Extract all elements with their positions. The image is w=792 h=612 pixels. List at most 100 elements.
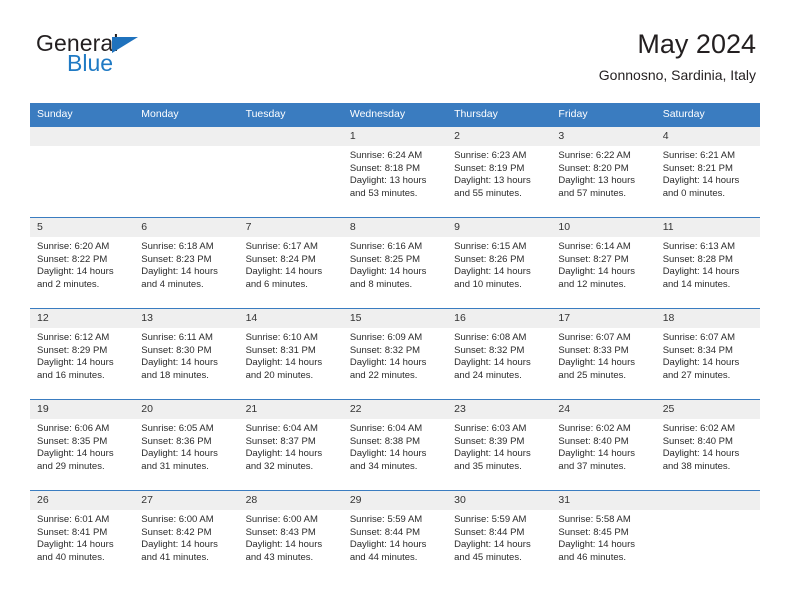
calendar-day-cell[interactable]: 23 Sunrise: 6:03 AM Sunset: 8:39 PM Dayligh…: [447, 400, 552, 490]
daylight-text: Daylight: 14 hours: [141, 539, 218, 551]
calendar-day-cell[interactable]: 20 Sunrise: 6:05 AM Sunset: 8:36 PM Dayligh…: [134, 400, 239, 490]
day-number: 18: [655, 309, 760, 328]
general-blue-logo[interactable]: General Blue: [36, 30, 266, 90]
sunset-text: Sunset: 8:22 PM: [37, 253, 108, 265]
calendar-day-cell[interactable]: 1 Sunrise: 6:24 AM Sunset: 8:18 PM Daylight…: [342, 127, 448, 217]
calendar-day-cell[interactable]: 12 Sunrise: 6:12 AM Sunset: 8:29 PM Dayligh…: [30, 309, 135, 399]
sunrise-text: Sunrise: 6:05 AM: [141, 423, 214, 434]
daylight-text: Daylight: 14 hours: [454, 448, 531, 460]
calendar-day-cell[interactable]: 29 Sunrise: 5:59 AM Sunset: 8:44 PM Dayligh…: [342, 491, 448, 581]
day-details: Sunrise: 6:17 AM Sunset: 8:24 PM Daylight:…: [239, 237, 343, 291]
day-details: Sunrise: 6:11 AM Sunset: 8:30 PM Daylight:…: [134, 328, 238, 382]
daylight-text: Daylight: 14 hours: [349, 357, 427, 369]
sunrise-text: Sunrise: 6:16 AM: [349, 241, 423, 252]
sunrise-text: Sunrise: 6:15 AM: [454, 241, 527, 252]
calendar-day-cell[interactable]: 2 Sunrise: 6:23 AM Sunset: 8:19 PM Daylight…: [447, 127, 552, 217]
sunrise-text: Sunrise: 6:13 AM: [662, 241, 736, 252]
daylight-text: Daylight: 14 hours: [141, 448, 218, 460]
daylight-text-cont: and 43 minutes.: [245, 551, 314, 563]
daylight-text-cont: and 14 minutes.: [662, 278, 731, 290]
calendar-day-cell[interactable]: 4 Sunrise: 6:21 AM Sunset: 8:21 PM Daylight…: [655, 127, 760, 217]
sunrise-text: Sunrise: 6:01 AM: [37, 514, 110, 525]
day-details: Sunrise: 6:06 AM Sunset: 8:35 PM Daylight:…: [30, 419, 134, 473]
sunset-text: Sunset: 8:21 PM: [662, 162, 733, 174]
calendar-day-cell[interactable]: 6 Sunrise: 6:18 AM Sunset: 8:23 PM Daylight…: [134, 218, 239, 308]
day-details: Sunrise: 6:21 AM Sunset: 8:21 PM Daylight:…: [656, 146, 760, 200]
sunset-text: Sunset: 8:31 PM: [245, 344, 316, 356]
calendar-day-cell[interactable]: 3 Sunrise: 6:22 AM Sunset: 8:20 PM Daylight…: [551, 127, 656, 217]
sunset-text: Sunset: 8:32 PM: [454, 344, 525, 356]
page-header: General Blue May 2024 Gonnosno, Sardinia…: [36, 29, 756, 96]
calendar-day-cell[interactable]: 7 Sunrise: 6:17 AM Sunset: 8:24 PM Daylight…: [238, 218, 343, 308]
day-number: 31: [551, 491, 656, 510]
day-details: Sunrise: 6:18 AM Sunset: 8:23 PM Daylight:…: [134, 237, 238, 291]
calendar-day-cell[interactable]: 28 Sunrise: 6:00 AM Sunset: 8:43 PM Dayligh…: [238, 491, 343, 581]
sunrise-text: Sunrise: 6:00 AM: [141, 514, 214, 525]
daylight-text-cont: and 34 minutes.: [349, 460, 418, 472]
calendar-day-cell[interactable]: 14 Sunrise: 6:10 AM Sunset: 8:31 PM Dayligh…: [238, 309, 343, 399]
calendar-day-cell[interactable]: 19 Sunrise: 6:06 AM Sunset: 8:35 PM Dayligh…: [30, 400, 135, 490]
day-number: 28: [238, 491, 343, 510]
calendar-week-row: 12 Sunrise: 6:12 AM Sunset: 8:29 PM Dayligh…: [30, 308, 760, 400]
calendar-day-cell[interactable]: 18 Sunrise: 6:07 AM Sunset: 8:34 PM Dayligh…: [655, 309, 760, 399]
calendar-table: Sunday Monday Tuesday Wednesday Thursday Frid…: [30, 103, 760, 581]
weekday-header-sunday: Sunday: [30, 103, 135, 127]
daylight-text: Daylight: 14 hours: [662, 266, 740, 278]
sunrise-text: Sunrise: 6:06 AM: [37, 423, 110, 434]
calendar-day-cell[interactable]: 17 Sunrise: 6:07 AM Sunset: 8:33 PM Dayligh…: [551, 309, 656, 399]
day-number: 5: [30, 218, 135, 237]
calendar-header-row: Sunday Monday Tuesday Wednesday Thursday Frid…: [30, 103, 760, 127]
calendar-day-cell[interactable]: 9 Sunrise: 6:15 AM Sunset: 8:26 PM Daylight…: [447, 218, 552, 308]
sunrise-text: Sunrise: 5:59 AM: [454, 514, 527, 525]
sunrise-text: Sunrise: 6:04 AM: [245, 423, 318, 434]
sunset-text: Sunset: 8:32 PM: [349, 344, 421, 356]
calendar-day-cell[interactable]: 24 Sunrise: 6:02 AM Sunset: 8:40 PM Dayligh…: [551, 400, 656, 490]
calendar-day-cell[interactable]: 21 Sunrise: 6:04 AM Sunset: 8:37 PM Dayligh…: [238, 400, 343, 490]
sunrise-text: Sunrise: 6:04 AM: [349, 423, 423, 434]
day-number: 9: [447, 218, 552, 237]
day-details: Sunrise: 6:22 AM Sunset: 8:20 PM Daylight:…: [551, 146, 655, 200]
daylight-text: Daylight: 14 hours: [558, 266, 635, 278]
calendar-day-cell[interactable]: 27 Sunrise: 6:00 AM Sunset: 8:42 PM Dayligh…: [134, 491, 239, 581]
calendar-day-cell[interactable]: 31 Sunrise: 5:58 AM Sunset: 8:45 PM Dayligh…: [551, 491, 656, 581]
calendar-day-cell[interactable]: 8 Sunrise: 6:16 AM Sunset: 8:25 PM Daylight…: [342, 218, 448, 308]
daylight-text-cont: and 6 minutes.: [245, 278, 308, 290]
sunset-text: Sunset: 8:24 PM: [245, 253, 316, 265]
daylight-text-cont: and 4 minutes.: [141, 278, 204, 290]
calendar-day-cell-empty: [238, 127, 343, 217]
daylight-text-cont: and 45 minutes.: [454, 551, 522, 563]
daylight-text: Daylight: 14 hours: [558, 357, 635, 369]
sunset-text: Sunset: 8:29 PM: [37, 344, 108, 356]
calendar-day-cell[interactable]: 15 Sunrise: 6:09 AM Sunset: 8:32 PM Dayligh…: [342, 309, 448, 399]
sunset-text: Sunset: 8:40 PM: [662, 435, 733, 447]
day-details: [30, 146, 134, 150]
sunrise-text: Sunrise: 5:58 AM: [558, 514, 631, 525]
calendar-day-cell[interactable]: 16 Sunrise: 6:08 AM Sunset: 8:32 PM Dayligh…: [447, 309, 552, 399]
calendar-day-cell[interactable]: 13 Sunrise: 6:11 AM Sunset: 8:30 PM Dayligh…: [134, 309, 239, 399]
calendar-day-cell[interactable]: 11 Sunrise: 6:13 AM Sunset: 8:28 PM Dayligh…: [655, 218, 760, 308]
sunset-text: Sunset: 8:34 PM: [662, 344, 733, 356]
calendar-day-cell[interactable]: 30 Sunrise: 5:59 AM Sunset: 8:44 PM Dayligh…: [447, 491, 552, 581]
daylight-text: Daylight: 14 hours: [349, 539, 427, 551]
calendar-day-cell[interactable]: 25 Sunrise: 6:02 AM Sunset: 8:40 PM Dayligh…: [655, 400, 760, 490]
daylight-text: Daylight: 14 hours: [662, 175, 740, 187]
daylight-text-cont: and 0 minutes.: [662, 187, 726, 199]
calendar-day-cell-empty: [134, 127, 239, 217]
daylight-text-cont: and 16 minutes.: [37, 369, 105, 381]
sunrise-text: Sunrise: 6:12 AM: [37, 332, 110, 343]
sunrise-text: Sunrise: 6:02 AM: [558, 423, 631, 434]
daylight-text-cont: and 32 minutes.: [245, 460, 314, 472]
calendar-day-cell[interactable]: 26 Sunrise: 6:01 AM Sunset: 8:41 PM Dayligh…: [30, 491, 135, 581]
sunset-text: Sunset: 8:39 PM: [454, 435, 525, 447]
day-details: Sunrise: 6:07 AM Sunset: 8:34 PM Daylight:…: [656, 328, 760, 382]
day-number: [238, 127, 343, 146]
day-details: Sunrise: 5:58 AM Sunset: 8:45 PM Daylight:…: [551, 510, 655, 564]
day-details: Sunrise: 6:09 AM Sunset: 8:32 PM Daylight:…: [343, 328, 447, 382]
day-details: Sunrise: 6:13 AM Sunset: 8:28 PM Daylight:…: [656, 237, 760, 291]
daylight-text-cont: and 46 minutes.: [558, 551, 627, 563]
daylight-text: Daylight: 14 hours: [37, 266, 114, 278]
calendar-day-cell[interactable]: 5 Sunrise: 6:20 AM Sunset: 8:22 PM Daylight…: [30, 218, 135, 308]
calendar-day-cell[interactable]: 22 Sunrise: 6:04 AM Sunset: 8:38 PM Dayligh…: [342, 400, 448, 490]
daylight-text-cont: and 12 minutes.: [558, 278, 627, 290]
calendar-day-cell[interactable]: 10 Sunrise: 6:14 AM Sunset: 8:27 PM Dayligh…: [551, 218, 656, 308]
